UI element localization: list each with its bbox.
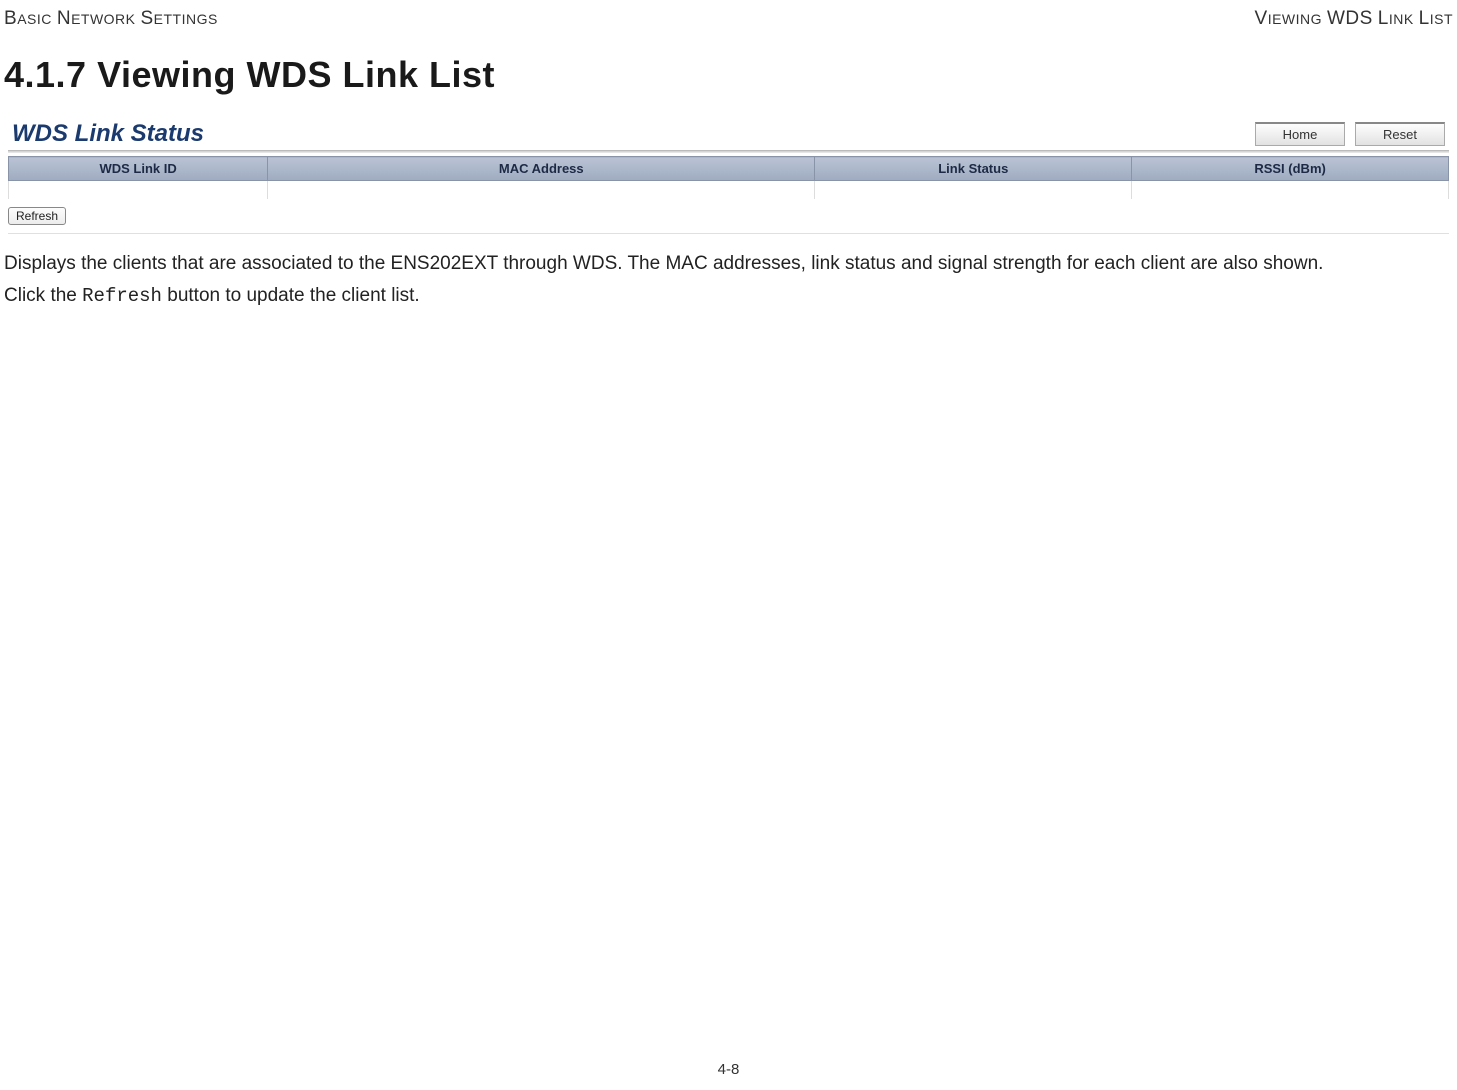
home-button[interactable]: Home: [1255, 122, 1345, 146]
header-right: Viewing WDS Link List: [1255, 8, 1454, 30]
panel-header: WDS Link Status Home Reset: [4, 114, 1453, 150]
col-header-id: WDS Link ID: [9, 157, 268, 181]
wds-table-container: WDS Link ID MAC Address Link Status RSSI…: [8, 156, 1449, 199]
body-text: Displays the clients that are associated…: [0, 242, 1457, 309]
refresh-code: Refresh: [82, 285, 162, 307]
panel-title: WDS Link Status: [12, 120, 204, 148]
paragraph-2: Click the Refresh button to update the c…: [4, 284, 1453, 309]
cell-empty: [1132, 181, 1449, 199]
cell-empty: [268, 181, 815, 199]
table-row: [9, 181, 1449, 199]
col-header-mac: MAC Address: [268, 157, 815, 181]
header-button-group: Home Reset: [1255, 122, 1445, 148]
p2-suffix: button to update the client list.: [162, 285, 420, 306]
section-number: 4.1.7: [4, 54, 87, 95]
header-left: Basic Network Settings: [4, 8, 218, 30]
cell-empty: [815, 181, 1132, 199]
embedded-screenshot: WDS Link Status Home Reset WDS Link ID M…: [4, 114, 1453, 234]
table-header-row: WDS Link ID MAC Address Link Status RSSI…: [9, 157, 1449, 181]
wds-link-table: WDS Link ID MAC Address Link Status RSSI…: [8, 156, 1449, 199]
header-divider: [8, 150, 1449, 153]
paragraph-1: Displays the clients that are associated…: [4, 252, 1453, 277]
col-header-status: Link Status: [815, 157, 1132, 181]
section-heading: 4.1.7 Viewing WDS Link List: [0, 34, 1457, 114]
page-number: 4-8: [718, 1061, 740, 1078]
refresh-button[interactable]: Refresh: [8, 207, 66, 225]
cell-empty: [9, 181, 268, 199]
reset-button[interactable]: Reset: [1355, 122, 1445, 146]
p2-prefix: Click the: [4, 285, 82, 306]
section-title: Viewing WDS Link List: [97, 54, 495, 95]
col-header-rssi: RSSI (dBm): [1132, 157, 1449, 181]
running-header: Basic Network Settings Viewing WDS Link …: [0, 0, 1457, 34]
page-footer: 4-8: [0, 1061, 1457, 1078]
refresh-row: Refresh: [8, 205, 1449, 234]
